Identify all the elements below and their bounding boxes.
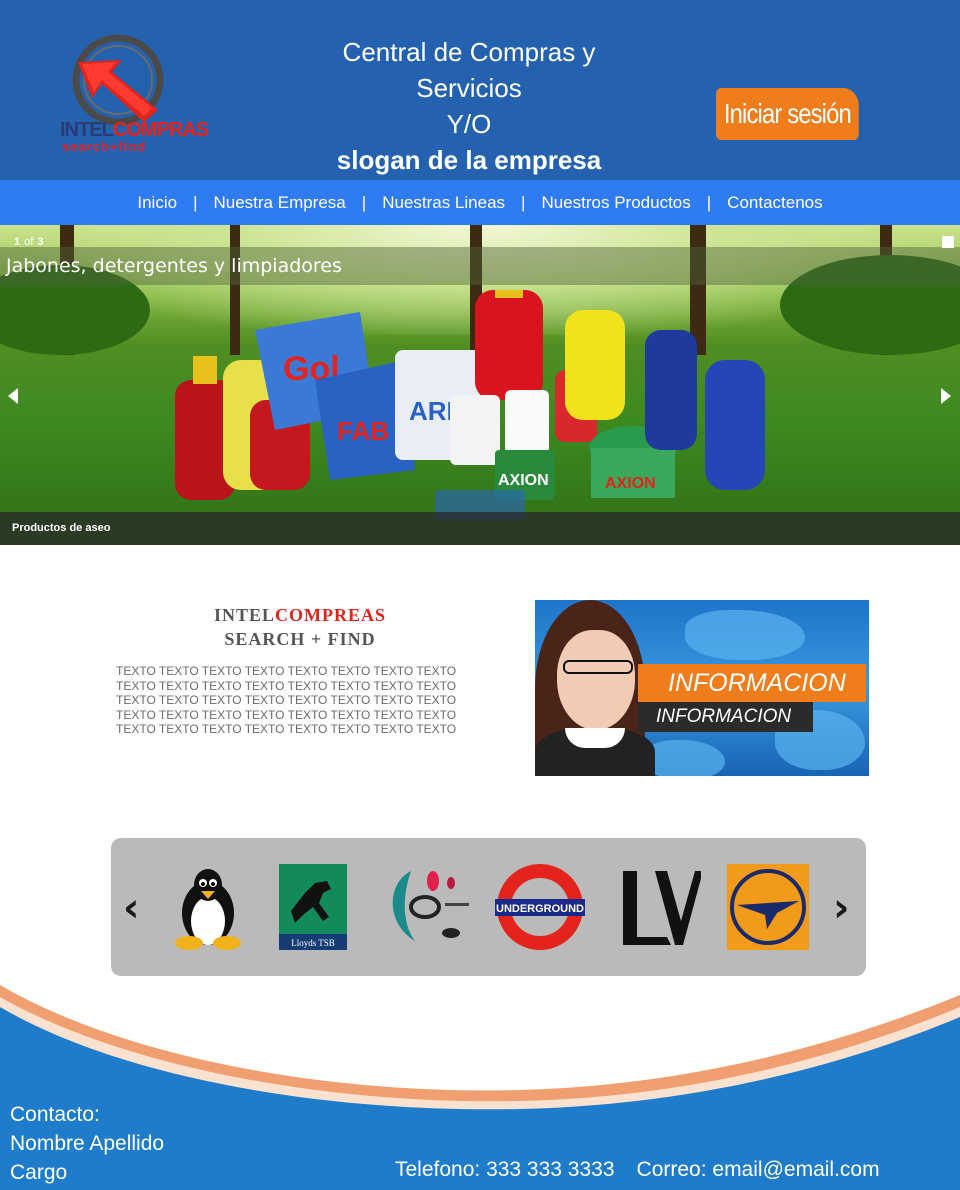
slide-current: 1 xyxy=(14,236,21,248)
svg-text:ARI: ARI xyxy=(409,396,454,426)
banner-sub-label: INFORMACION xyxy=(638,702,813,732)
banner-map-shape xyxy=(645,740,725,776)
nav-separator: | xyxy=(521,192,526,212)
slide-caption-bar xyxy=(0,512,960,545)
intro-brand-part1: INTEL xyxy=(213,605,276,625)
lufthansa-logo[interactable] xyxy=(723,863,813,951)
slider-next-icon[interactable] xyxy=(941,388,951,404)
site-title: Central de Compras y Servicios Y/O sloga… xyxy=(300,34,638,178)
logo-wordmark-part1: INTEL xyxy=(60,119,114,141)
footer-contact-info: Telefono: 333 333 3333 Correo: email@emai… xyxy=(395,1158,880,1182)
svg-text:AXION: AXION xyxy=(605,475,656,492)
nav-item-nuestros-productos[interactable]: Nuestros Productos xyxy=(533,193,698,213)
slide-of: of xyxy=(24,236,34,248)
contact-name: Nombre Apellido xyxy=(10,1132,165,1155)
intro-text: TEXTO TEXTO TEXTO TEXTO TEXTO TEXTO TEXT… xyxy=(116,664,482,737)
slogan: slogan de la empresa xyxy=(336,145,602,175)
nav-item-contactenos[interactable]: Contactenos xyxy=(719,193,830,213)
nav-separator: | xyxy=(193,192,198,212)
site-header: INTELCOMPRAS search+find Central de Comp… xyxy=(0,0,960,180)
title-line-2: Servicios xyxy=(416,73,522,103)
nav-separator: | xyxy=(706,192,712,212)
abstract-drop-logo[interactable] xyxy=(381,863,471,951)
lloyds-tsb-text: Lloyds TSB xyxy=(291,938,335,948)
svg-text:AXION: AXION xyxy=(498,472,549,489)
contact-role: Cargo xyxy=(10,1161,68,1184)
svg-text:FAB: FAB xyxy=(337,416,389,446)
login-button[interactable]: Iniciar sesión xyxy=(716,88,859,140)
intro-text-line: TEXTO TEXTO TEXTO TEXTO TEXTO TEXTO TEXT… xyxy=(116,707,457,722)
title-line-3: Y/O xyxy=(446,109,492,139)
intro-text-line: TEXTO TEXTO TEXTO TEXTO TEXTO TEXTO TEXT… xyxy=(116,722,457,736)
intro-brand: INTELCOMPREAS SEARCH + FIND xyxy=(160,603,440,651)
underground-logo[interactable]: UNDERGROUND xyxy=(495,863,585,951)
intro-text-line: TEXTO TEXTO TEXTO TEXTO TEXTO TEXTO TEXT… xyxy=(116,693,457,707)
chevron-left-icon[interactable]: ‹ xyxy=(123,888,139,928)
nav-item-inicio[interactable]: Inicio xyxy=(129,193,185,213)
glasses-icon xyxy=(563,660,633,674)
title-line-1: Central de Compras y xyxy=(342,37,596,67)
main-nav: Inicio | Nuestra Empresa | Nuestras Line… xyxy=(0,180,960,225)
linux-tux-logo[interactable] xyxy=(163,863,253,951)
slide-counter: 1 of 3 xyxy=(14,236,43,248)
lloyds-tsb-logo[interactable]: Lloyds TSB xyxy=(269,863,359,951)
cleaning-products-image: Gol FAB ARI AXION AXION xyxy=(175,290,765,520)
banner-main-label: INFORMACION xyxy=(638,664,866,702)
info-banner[interactable]: INFORMACION INFORMACION xyxy=(535,600,869,776)
slide-caption: Productos de aseo xyxy=(12,522,111,534)
operator-face xyxy=(557,630,635,730)
intro-text-line: TEXTO TEXTO TEXTO TEXTO TEXTO TEXTO TEXT… xyxy=(116,664,457,678)
underground-text: UNDERGROUND xyxy=(496,903,584,915)
nav-item-nuestra-empresa[interactable]: Nuestra Empresa xyxy=(205,193,353,213)
slider-prev-icon[interactable] xyxy=(8,388,18,404)
pause-icon[interactable] xyxy=(942,236,954,248)
nav-separator: | xyxy=(361,192,367,212)
slide-title: Jabones, detergentes y limpiadores xyxy=(6,255,342,277)
intro-brand-part2: COMPREAS xyxy=(275,605,387,625)
louis-vuitton-logo[interactable] xyxy=(611,863,701,951)
nav-item-nuestras-lineas[interactable]: Nuestras Lineas xyxy=(374,193,513,213)
slide-total: 3 xyxy=(37,236,44,248)
logo-tagline: search+find xyxy=(62,139,147,154)
partner-carousel: ‹ Lloyds TSB UNDERGROUND › xyxy=(111,838,866,976)
intro-text-line: TEXTO TEXTO TEXTO TEXTO TEXTO TEXTO TEXT… xyxy=(116,678,457,693)
logo-wordmark: INTELCOMPRAS xyxy=(60,119,209,141)
footer-email[interactable]: Correo: email@email.com xyxy=(637,1158,880,1181)
chevron-right-icon[interactable]: › xyxy=(833,888,849,928)
hero-slider[interactable]: Gol FAB ARI AXION AXION 1 of 3 Jabones, de… xyxy=(0,225,960,545)
intro-brand-sub: SEARCH + FIND xyxy=(224,629,376,649)
banner-map-shape xyxy=(685,610,805,660)
footer-contact: Contacto: Nombre Apellido Cargo xyxy=(10,1100,164,1187)
contact-label: Contacto: xyxy=(10,1103,100,1126)
footer-phone: Telefono: 333 333 3333 xyxy=(395,1158,615,1181)
logo-wordmark-part2: COMPRAS xyxy=(112,119,209,141)
